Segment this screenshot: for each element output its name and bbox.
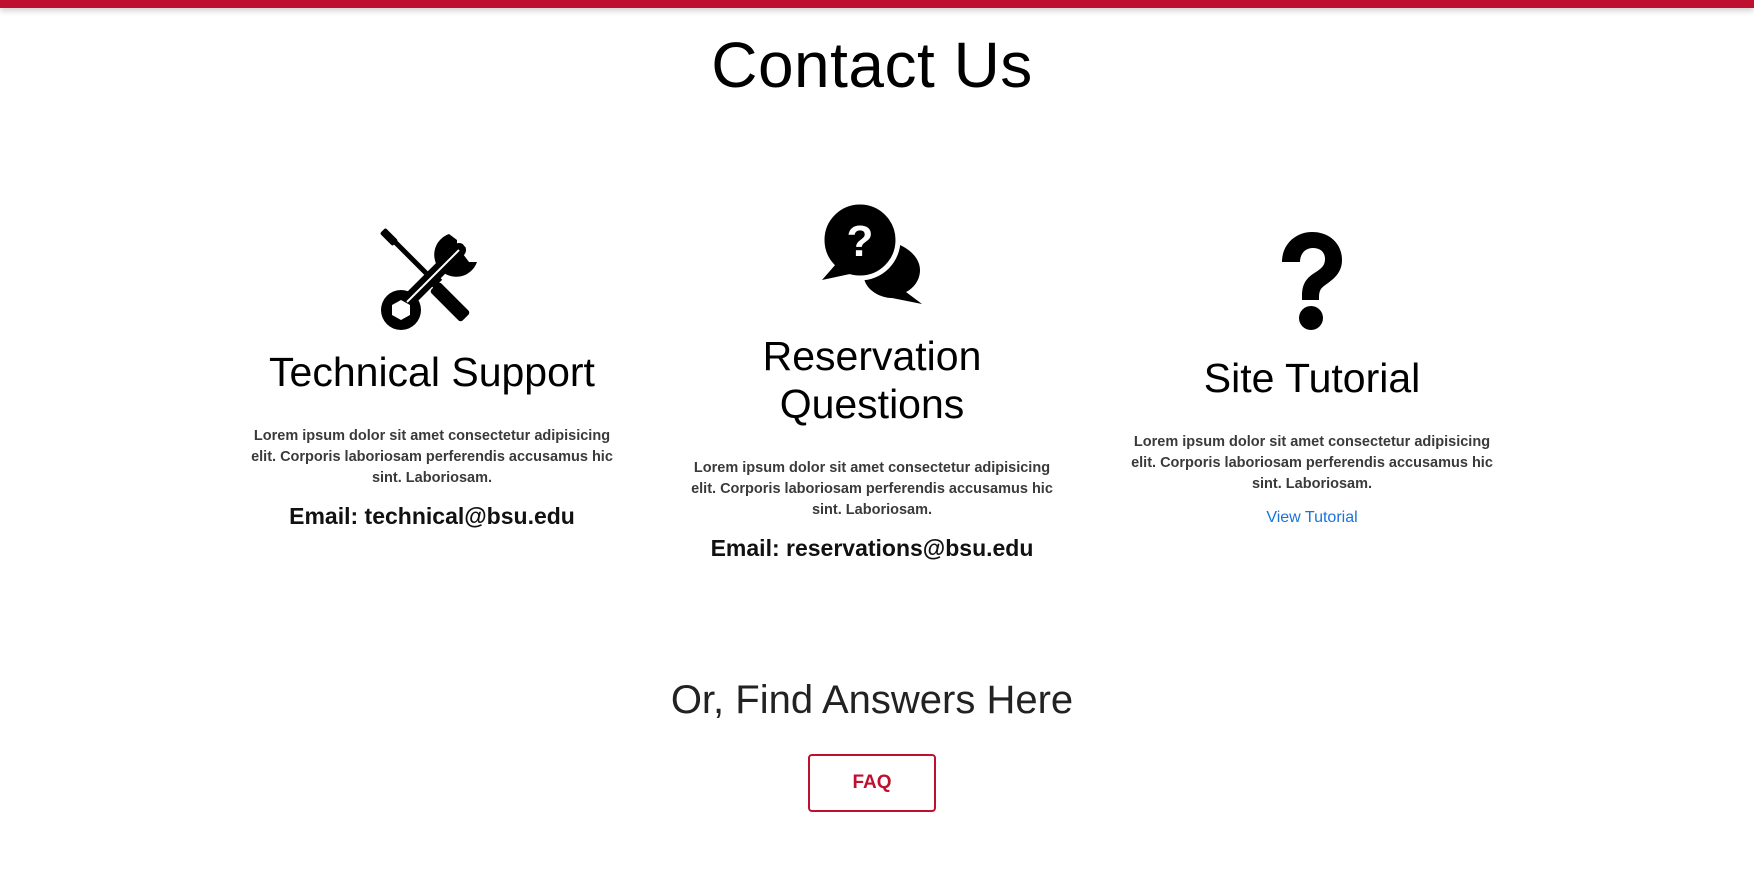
reservations-email: Email: reservations@bsu.edu [710, 535, 1034, 561]
contact-page: Contact Us Technical Support Lorem ipsum… [0, 0, 1754, 869]
tools-icon [380, 228, 480, 330]
tutorial-link-wrap: View Tutorial [1122, 509, 1502, 527]
card-description: Lorem ipsum dolor sit amet consectetur a… [251, 428, 613, 486]
faq-button[interactable]: FAQ [808, 754, 936, 812]
technical-support-card: Technical Support Lorem ipsum dolor sit … [242, 224, 622, 530]
card-description: Lorem ipsum dolor sit amet consectetur a… [691, 460, 1053, 518]
header-accent-bar [0, 0, 1754, 8]
card-title: Reservation Questions [682, 332, 1062, 428]
card-title: Site Tutorial [1203, 355, 1421, 401]
site-tutorial-card: Site Tutorial Lorem ipsum dolor sit amet… [1122, 228, 1502, 527]
svg-text:?: ? [847, 217, 874, 266]
card-description: Lorem ipsum dolor sit amet consectetur a… [1131, 434, 1493, 492]
card-title: Technical Support [269, 349, 595, 395]
reservation-questions-card: ? Reservation Questions Lorem ipsum dolo… [682, 200, 1062, 562]
view-tutorial-link[interactable]: View Tutorial [1266, 509, 1357, 526]
card-title-line: Reservation [762, 333, 982, 379]
technical-email: Email: technical@bsu.edu [289, 503, 575, 529]
page-title: Contact Us [711, 29, 1033, 101]
find-answers-heading: Or, Find Answers Here [670, 678, 1074, 722]
card-title-line: Questions [779, 381, 965, 427]
chat-question-icon: ? [820, 200, 922, 304]
question-mark-icon [1282, 232, 1342, 330]
